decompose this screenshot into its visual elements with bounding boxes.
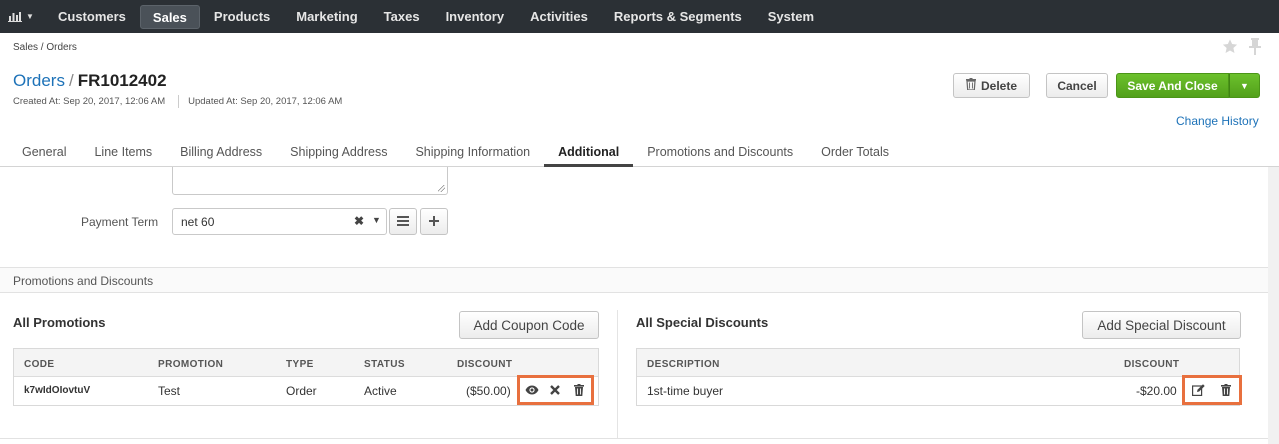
col-discount: DISCOUNT bbox=[457, 359, 513, 370]
discount-description: 1st-time buyer bbox=[647, 384, 724, 398]
trash-icon[interactable] bbox=[1218, 382, 1234, 398]
nav-marketing[interactable]: Marketing bbox=[284, 5, 369, 29]
nav-system[interactable]: System bbox=[756, 5, 826, 29]
col-code: CODE bbox=[24, 359, 55, 370]
pin-icon[interactable] bbox=[1248, 38, 1262, 60]
close-icon[interactable] bbox=[547, 382, 563, 398]
promo-discount: ($50.00) bbox=[466, 384, 511, 398]
delete-label: Delete bbox=[980, 78, 1018, 93]
page-title: Orders / FR1012402 bbox=[13, 71, 167, 91]
plus-icon bbox=[429, 213, 439, 230]
col-promotion: PROMOTION bbox=[158, 359, 224, 370]
tab-shipping-information[interactable]: Shipping Information bbox=[401, 140, 544, 167]
resize-grip-icon[interactable] bbox=[438, 185, 445, 192]
nav-activities[interactable]: Activities bbox=[518, 5, 600, 29]
payment-term-select[interactable]: net 60 ✖ ▼ bbox=[172, 208, 387, 235]
breadcrumb: Sales / Orders bbox=[13, 42, 77, 53]
title-separator: / bbox=[68, 71, 74, 90]
vertical-scrollbar[interactable] bbox=[1268, 167, 1279, 444]
table-header: DESCRIPTION DISCOUNT bbox=[637, 349, 1239, 377]
tab-line-items[interactable]: Line Items bbox=[80, 140, 166, 167]
tab-promotions-and-discounts[interactable]: Promotions and Discounts bbox=[633, 140, 807, 167]
tab-order-totals[interactable]: Order Totals bbox=[807, 140, 903, 167]
col-discount: DISCOUNT bbox=[1124, 359, 1180, 370]
star-icon[interactable] bbox=[1221, 38, 1239, 60]
chevron-down-icon: ▼ bbox=[26, 12, 34, 21]
nav-taxes[interactable]: Taxes bbox=[372, 5, 432, 29]
dropdown-arrow-icon[interactable]: ▼ bbox=[372, 215, 381, 225]
promotion-row-actions bbox=[517, 375, 594, 405]
record-meta: Created At: Sep 20, 2017, 12:06 AM Updat… bbox=[13, 95, 343, 108]
promo-code: k7wIdOIovtuV bbox=[24, 385, 91, 396]
bar-chart-icon bbox=[8, 11, 22, 22]
caret-down-icon: ▼ bbox=[1240, 80, 1249, 91]
created-at: Created At: Sep 20, 2017, 12:06 AM bbox=[13, 96, 166, 107]
promo-type: Order bbox=[286, 384, 317, 398]
promo-status: Active bbox=[364, 384, 397, 398]
payment-term-value: net 60 bbox=[181, 215, 215, 229]
table-header: CODE PROMOTION TYPE STATUS DISCOUNT bbox=[14, 349, 598, 377]
nav-sales[interactable]: Sales bbox=[139, 4, 200, 29]
col-status: STATUS bbox=[364, 359, 405, 370]
all-special-discounts-title: All Special Discounts bbox=[636, 315, 769, 330]
top-navigation: ▼ Customers Sales Products Marketing Tax… bbox=[0, 0, 1279, 33]
tab-additional[interactable]: Additional bbox=[544, 140, 634, 167]
table-row: 1st-time buyer -$20.00 bbox=[637, 377, 1239, 404]
trash-icon[interactable] bbox=[571, 382, 587, 398]
discount-row-actions bbox=[1182, 375, 1242, 405]
col-type: TYPE bbox=[286, 359, 314, 370]
notes-textarea[interactable] bbox=[172, 167, 448, 195]
table-row: k7wIdOIovtuV Test Order Active ($50.00) bbox=[14, 377, 598, 404]
nav-inventory[interactable]: Inventory bbox=[434, 5, 517, 29]
payment-term-label: Payment Term bbox=[81, 215, 159, 229]
promo-name: Test bbox=[158, 384, 181, 398]
add-coupon-code-button[interactable]: Add Coupon Code bbox=[459, 311, 599, 339]
delete-button[interactable]: Delete bbox=[953, 73, 1030, 98]
tab-billing-address[interactable]: Billing Address bbox=[166, 140, 276, 167]
discount-amount: -$20.00 bbox=[1136, 384, 1177, 398]
tab-general[interactable]: General bbox=[8, 140, 80, 167]
clear-icon[interactable]: ✖ bbox=[354, 214, 364, 228]
list-icon bbox=[397, 213, 409, 230]
change-history-link[interactable]: Change History bbox=[1176, 114, 1259, 128]
dashboard-menu-button[interactable]: ▼ bbox=[8, 11, 38, 22]
section-heading: Promotions and Discounts bbox=[0, 267, 1268, 293]
eye-icon[interactable] bbox=[524, 382, 540, 398]
add-special-discount-button[interactable]: Add Special Discount bbox=[1082, 311, 1241, 339]
payment-term-add-button[interactable] bbox=[420, 208, 448, 235]
payment-term-list-button[interactable] bbox=[389, 208, 417, 235]
nav-products[interactable]: Products bbox=[202, 5, 282, 29]
col-description: DESCRIPTION bbox=[647, 359, 720, 370]
special-discounts-table: DESCRIPTION DISCOUNT 1st-time buyer -$20… bbox=[636, 348, 1240, 406]
updated-at: Updated At: Sep 20, 2017, 12:06 AM bbox=[188, 96, 343, 107]
nav-customers[interactable]: Customers bbox=[46, 5, 138, 29]
section-tabs: General Line Items Billing Address Shipp… bbox=[0, 140, 1279, 167]
trash-icon bbox=[965, 78, 981, 93]
all-promotions-title: All Promotions bbox=[13, 315, 106, 330]
tab-shipping-address[interactable]: Shipping Address bbox=[276, 140, 401, 167]
promotions-table: CODE PROMOTION TYPE STATUS DISCOUNT k7wI… bbox=[13, 348, 599, 406]
edit-icon[interactable] bbox=[1191, 382, 1207, 398]
save-options-button[interactable]: ▼ bbox=[1229, 73, 1260, 98]
meta-divider bbox=[178, 95, 180, 108]
orders-link[interactable]: Orders bbox=[13, 71, 65, 90]
order-number: FR1012402 bbox=[77, 71, 167, 90]
panel-divider bbox=[617, 310, 618, 439]
form-content: Payment Term net 60 ✖ ▼ Promotions and D… bbox=[0, 167, 1268, 444]
section-bottom-border bbox=[0, 438, 1268, 439]
save-and-close-button[interactable]: Save And Close bbox=[1116, 73, 1229, 98]
nav-reports-segments[interactable]: Reports & Segments bbox=[602, 5, 754, 29]
cancel-button[interactable]: Cancel bbox=[1046, 73, 1108, 98]
